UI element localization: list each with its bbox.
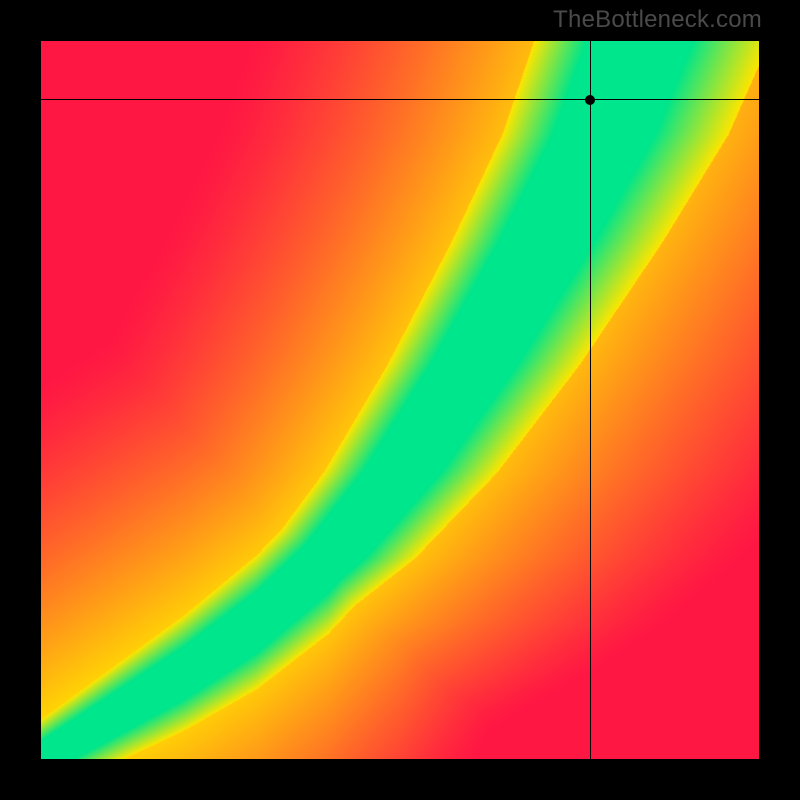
watermark-text: TheBottleneck.com <box>553 6 762 34</box>
heatmap-canvas <box>41 41 759 759</box>
crosshair-horizontal <box>41 99 759 100</box>
heatmap-plot <box>41 41 759 759</box>
marker-point <box>585 95 595 105</box>
chart-container: TheBottleneck.com <box>0 0 800 800</box>
crosshair-vertical <box>590 41 591 759</box>
